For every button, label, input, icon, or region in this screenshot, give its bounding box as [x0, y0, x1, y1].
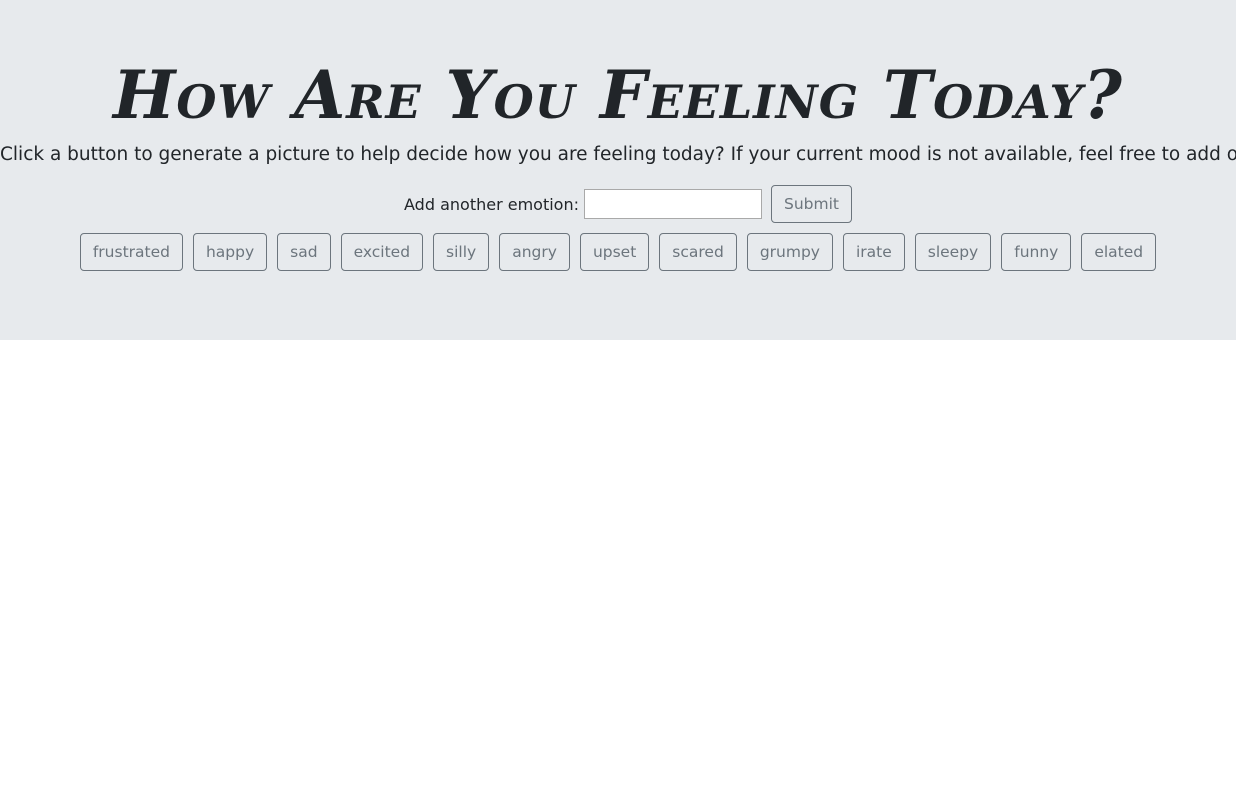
page-title: How Are You Feeling Today? [113, 56, 1123, 134]
page-subtitle: Click a button to generate a picture to … [0, 144, 1236, 165]
emotion-button-happy[interactable]: happy [192, 233, 268, 271]
emotion-button-funny[interactable]: funny [1001, 233, 1072, 271]
emotion-button-angry[interactable]: angry [499, 233, 570, 271]
emotion-button-excited[interactable]: excited [340, 233, 424, 271]
emotion-button-sleepy[interactable]: sleepy [914, 233, 992, 271]
add-emotion-form: Add another emotion: Submit [0, 185, 1236, 223]
submit-button[interactable]: Submit [771, 185, 852, 223]
emotion-button-silly[interactable]: silly [433, 233, 490, 271]
emotion-button-sad[interactable]: sad [277, 233, 331, 271]
image-display-area [0, 340, 1236, 800]
emotion-button-grumpy[interactable]: grumpy [746, 233, 833, 271]
add-emotion-label: Add another emotion: [404, 194, 579, 214]
emotion-button-scared[interactable]: scared [659, 233, 737, 271]
emotion-button-upset[interactable]: upset [579, 233, 650, 271]
emotion-button-elated[interactable]: elated [1081, 233, 1157, 271]
add-emotion-input[interactable] [584, 189, 762, 219]
emotion-buttons: frustrated happy sad excited silly angry upset… [0, 233, 1236, 271]
emotion-button-frustrated[interactable]: frustrated [79, 233, 183, 271]
header-jumbotron: How Are You Feeling Today? Click a butto… [0, 0, 1236, 340]
emotion-button-irate[interactable]: irate [842, 233, 905, 271]
